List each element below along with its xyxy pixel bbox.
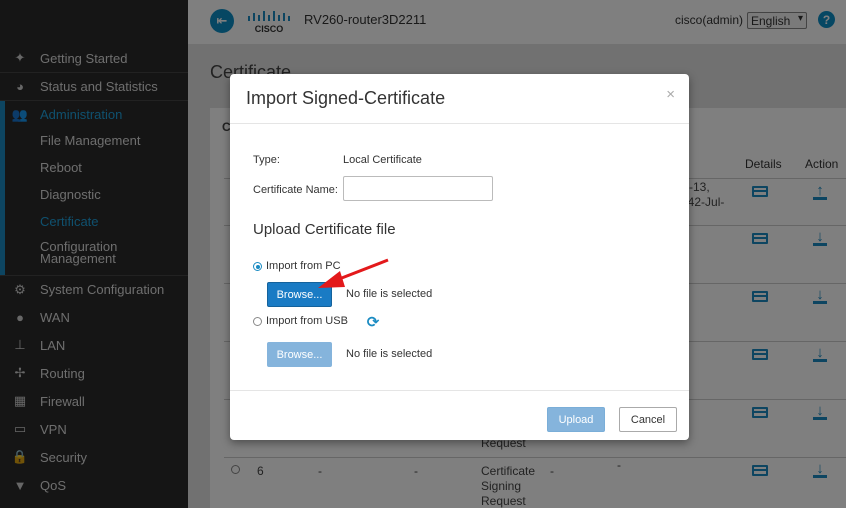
browse-usb-button[interactable]: Browse...: [267, 342, 332, 367]
dialog-title: Import Signed-Certificate: [246, 88, 446, 108]
import-from-usb-label[interactable]: Import from USB: [266, 315, 348, 327]
certificate-name-label: Certificate Name:: [253, 184, 338, 196]
import-from-pc-label[interactable]: Import from PC: [266, 260, 341, 272]
dialog-divider: [230, 123, 689, 124]
import-from-pc-radio[interactable]: [253, 262, 262, 271]
cancel-button[interactable]: Cancel: [619, 407, 677, 432]
usb-file-status: No file is selected: [346, 348, 433, 360]
browse-pc-button[interactable]: Browse...: [267, 282, 332, 307]
import-certificate-dialog: Import Signed-Certificate × Type: Local …: [230, 74, 689, 440]
certificate-name-input[interactable]: [343, 176, 493, 201]
type-label: Type:: [253, 154, 280, 166]
import-from-usb-radio[interactable]: [253, 317, 262, 326]
upload-button[interactable]: Upload: [547, 407, 605, 432]
close-icon[interactable]: ×: [666, 86, 675, 103]
dialog-footer-divider: [230, 390, 689, 391]
type-value: Local Certificate: [343, 154, 422, 166]
upload-section-title: Upload Certificate file: [253, 221, 396, 238]
refresh-icon[interactable]: ⟳: [365, 314, 381, 331]
pc-file-status: No file is selected: [346, 288, 433, 300]
